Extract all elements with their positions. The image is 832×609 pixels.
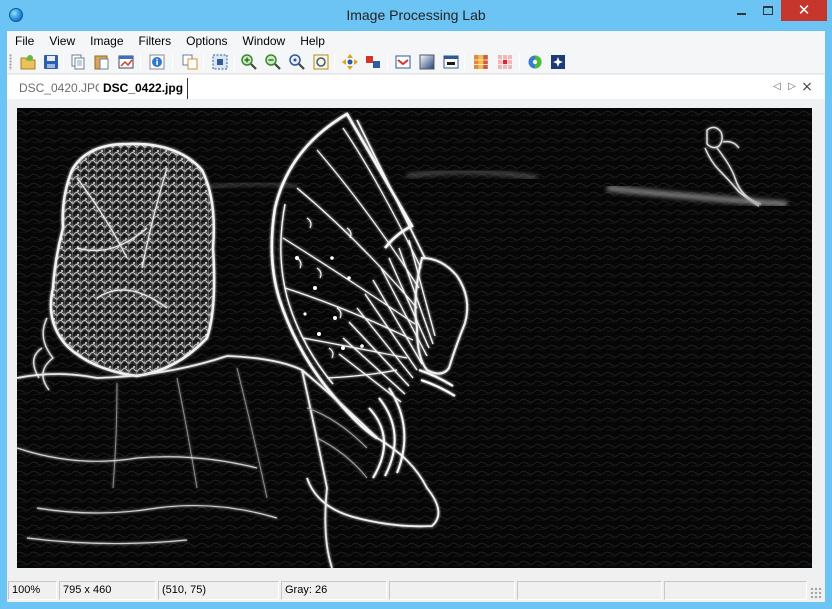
minimize-button[interactable] <box>727 0 755 21</box>
status-pixel-color: Gray: 26 <box>281 581 387 600</box>
status-panel-3 <box>664 581 807 600</box>
status-zoom: 100% <box>8 581 57 600</box>
pan-icon[interactable] <box>341 53 359 71</box>
zoom-fit-icon[interactable] <box>312 53 330 71</box>
image-view <box>7 99 825 578</box>
edge-detected-photo[interactable] <box>17 108 812 568</box>
menu-bar: File View Image Filters Options Window H… <box>7 31 825 50</box>
status-bar: 100% 795 x 460 (510, 75) Gray: 26 <box>7 579 825 602</box>
toolbar-separator <box>63 54 64 70</box>
flip-icon[interactable] <box>364 53 382 71</box>
image-content <box>17 108 812 568</box>
zoom-in-icon[interactable] <box>240 53 258 71</box>
menu-filters[interactable]: Filters <box>131 34 179 48</box>
open-in-new-window-icon[interactable] <box>117 53 135 71</box>
clone-icon[interactable] <box>181 53 199 71</box>
toolbar-separator <box>234 54 235 70</box>
levels-icon[interactable] <box>418 53 436 71</box>
effects-icon[interactable] <box>549 53 567 71</box>
toolbar <box>7 50 825 74</box>
tab-dsc-0420[interactable]: DSC_0420.JPG <box>15 78 108 99</box>
menu-file[interactable]: File <box>7 34 41 48</box>
client-area: File View Image Filters Options Window H… <box>7 31 825 602</box>
toolbar-separator <box>519 54 520 70</box>
menu-window[interactable]: Window <box>235 34 293 48</box>
color-icon[interactable] <box>526 53 544 71</box>
rgb-channels-icon[interactable] <box>472 53 490 71</box>
statistics-icon[interactable] <box>442 53 460 71</box>
status-panel-1 <box>389 581 515 600</box>
menu-image[interactable]: Image <box>82 34 130 48</box>
maximize-icon <box>763 6 773 15</box>
info-icon[interactable] <box>148 53 166 71</box>
menu-view[interactable]: View <box>41 34 82 48</box>
close-icon: ✕ <box>797 1 811 19</box>
title-bar[interactable]: Image Processing Lab ✕ <box>0 0 832 31</box>
status-image-size: 795 x 460 <box>59 581 156 600</box>
toolbar-separator <box>140 54 141 70</box>
open-file-icon[interactable] <box>19 53 37 71</box>
save-icon[interactable] <box>42 53 60 71</box>
copy-icon[interactable] <box>69 53 87 71</box>
tab-dsc-0422[interactable]: DSC_0422.jpg <box>99 78 189 99</box>
toolbar-separator <box>172 54 173 70</box>
zoom-actual-icon[interactable] <box>288 53 306 71</box>
close-button[interactable]: ✕ <box>781 0 827 21</box>
app-window: Image Processing Lab ✕ File View Image F… <box>0 0 832 609</box>
paste-icon[interactable] <box>93 53 111 71</box>
toolbar-separator <box>387 54 388 70</box>
resize-grip[interactable] <box>810 587 822 599</box>
tab-next-icon[interactable]: ▷ <box>786 80 798 94</box>
zoom-out-icon[interactable] <box>264 53 282 71</box>
toolbar-grip[interactable] <box>9 54 12 70</box>
histogram-icon[interactable] <box>394 53 412 71</box>
tab-close-icon[interactable]: × <box>801 80 813 94</box>
status-panel-2 <box>517 581 662 600</box>
toolbar-separator <box>464 54 465 70</box>
window-title: Image Processing Lab <box>346 7 486 23</box>
document-tabs: DSC_0420.JPG DSC_0422.jpg ◁ ▷ × <box>7 75 825 99</box>
filter-grid-icon[interactable] <box>496 53 514 71</box>
tab-prev-icon[interactable]: ◁ <box>771 80 783 94</box>
menu-options[interactable]: Options <box>178 34 234 48</box>
status-coordinates: (510, 75) <box>158 581 279 600</box>
toolbar-separator <box>334 54 335 70</box>
maximize-button[interactable] <box>755 0 781 21</box>
crop-selection-icon[interactable] <box>211 53 229 71</box>
toolbar-separator <box>203 54 204 70</box>
menu-help[interactable]: Help <box>292 34 332 48</box>
minimize-icon <box>736 12 746 15</box>
